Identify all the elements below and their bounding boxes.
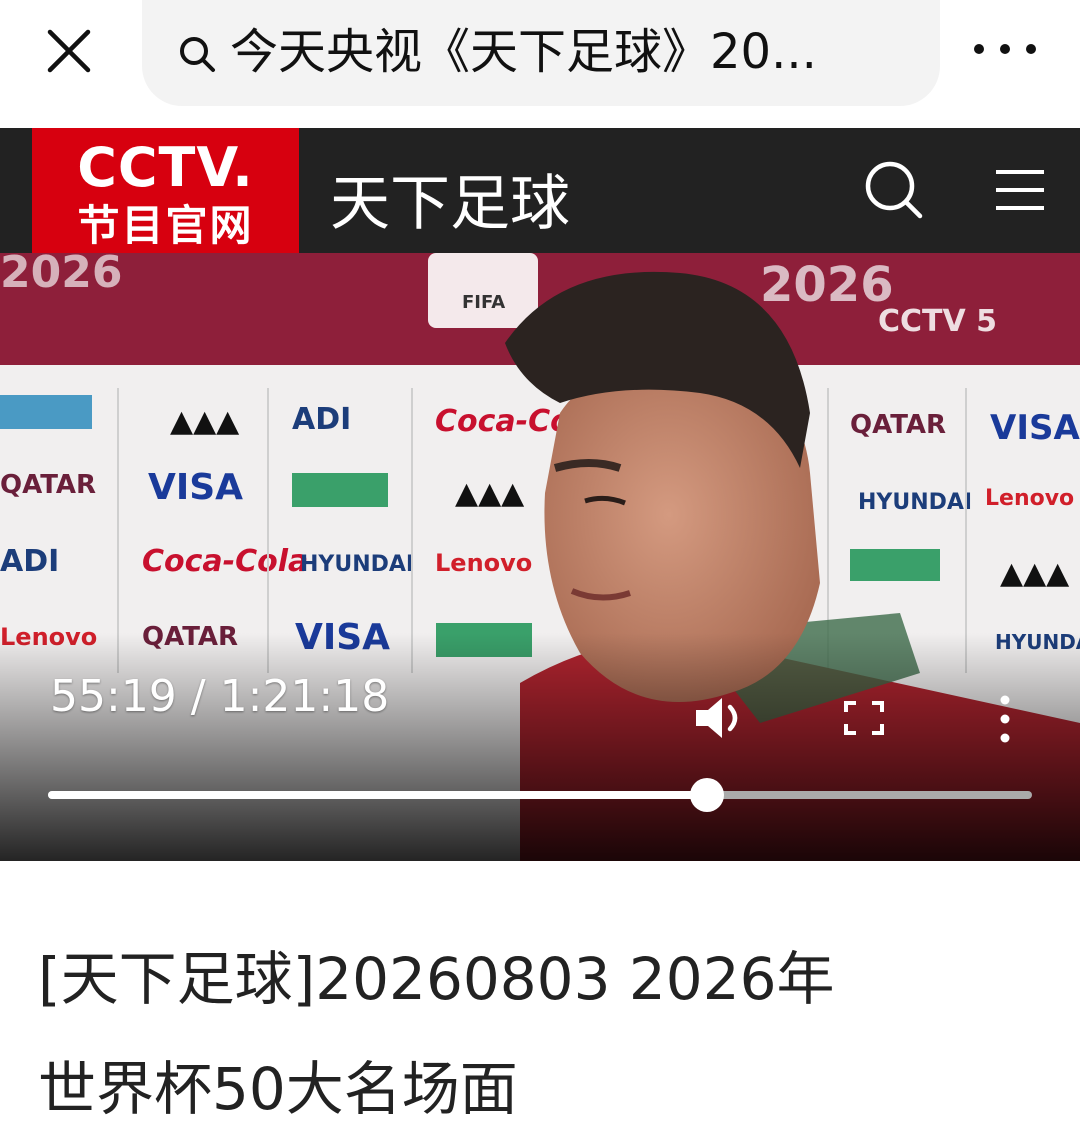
svg-text:VISA: VISA [990, 408, 1080, 448]
cctv-logo[interactable]: CCTV. 节目官网 [32, 128, 299, 253]
video-frame: 2026 2026 FIFA ▲▲▲ ADI Coca-Cola QATAR V… [0, 253, 1080, 861]
svg-text:Coca-Cola: Coca-Cola [142, 544, 308, 579]
search-icon [180, 37, 215, 72]
progress-played [48, 791, 708, 799]
svg-text:CCTV 5: CCTV 5 [878, 304, 997, 339]
svg-text:QATAR: QATAR [0, 470, 96, 500]
search-bar[interactable]: 今天央视《天下足球》20... [142, 0, 940, 106]
svg-text:Lenovo: Lenovo [985, 486, 1074, 511]
fullscreen-icon[interactable] [842, 699, 886, 737]
header-search-icon[interactable] [862, 158, 926, 222]
svg-text:2026: 2026 [760, 257, 894, 313]
logo-top-text: CCTV. [77, 136, 254, 199]
more-vertical-icon[interactable] [992, 693, 1018, 745]
program-title: 天下足球 [330, 169, 570, 239]
svg-text:ADI: ADI [292, 402, 351, 437]
menu-icon[interactable] [994, 168, 1046, 212]
svg-text:VISA: VISA [148, 467, 243, 508]
svg-text:2026: 2026 [0, 253, 122, 298]
svg-text:▲▲▲: ▲▲▲ [170, 404, 239, 439]
close-icon[interactable] [40, 22, 98, 80]
volume-icon[interactable] [692, 693, 748, 743]
playback-time: 55:19 / 1:21:18 [50, 671, 390, 722]
logo-bottom-text: 节目官网 [77, 201, 254, 250]
article-title-line-2: 世界杯50大名场面 [38, 1055, 518, 1123]
article-title[interactable]: [天下足球]20260803 2026年 世界杯50大名场面 [38, 924, 1048, 1144]
video-player[interactable]: 2026 2026 FIFA ▲▲▲ ADI Coca-Cola QATAR V… [0, 253, 1080, 861]
svg-text:FIFA: FIFA [462, 292, 505, 313]
svg-text:HYUNDAI: HYUNDAI [858, 490, 972, 515]
search-query-text: 今天央视《天下足球》20... [230, 24, 817, 80]
svg-text:ADI: ADI [0, 544, 59, 579]
progress-bar[interactable] [48, 778, 1032, 812]
svg-text:▲▲▲: ▲▲▲ [455, 476, 524, 511]
svg-text:▲▲▲: ▲▲▲ [1000, 556, 1069, 591]
more-horizontal-icon[interactable] [970, 24, 1040, 74]
article-title-line-1: [天下足球]20260803 2026年 [38, 945, 835, 1013]
svg-text:HYUNDAI: HYUNDAI [300, 552, 414, 577]
svg-text:QATAR: QATAR [850, 410, 946, 440]
browser-top-bar: 今天央视《天下足球》20... [0, 0, 1080, 128]
svg-text:Lenovo: Lenovo [435, 549, 532, 577]
